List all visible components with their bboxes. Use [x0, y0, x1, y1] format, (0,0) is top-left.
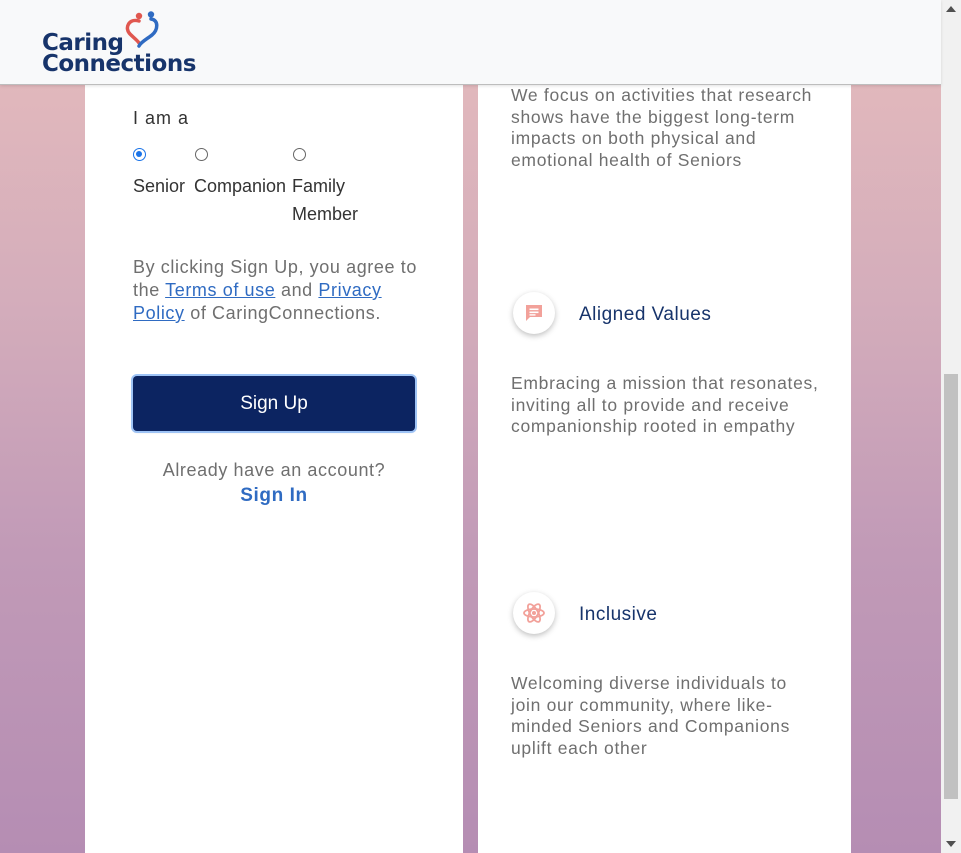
feature-title-aligned-values: Aligned Values [579, 304, 712, 325]
radio-senior[interactable] [133, 148, 146, 161]
feature-title-inclusive: Inclusive [579, 604, 658, 625]
radio-companion-label[interactable]: Companion [194, 172, 286, 200]
radio-family-member[interactable] [293, 148, 306, 161]
brand-logo[interactable]: Caring Connections [42, 10, 196, 77]
agree-suffix: of CaringConnections. [190, 303, 381, 323]
radio-senior-label[interactable]: Senior [133, 172, 185, 200]
message-icon [513, 292, 555, 334]
feature-desc-aligned-values: Embracing a mission that resonates, invi… [511, 373, 819, 436]
features-intro-text: We focus on activities that research sho… [511, 85, 813, 170]
terms-agreement: By clicking Sign Up, you agree to the Te… [133, 256, 423, 325]
heart-logo-icon [125, 11, 159, 48]
site-header: Caring Connections [0, 0, 941, 85]
signup-panel: I am a Senior Companion Family Member By… [85, 84, 463, 853]
terms-of-use-link[interactable]: Terms of use [165, 280, 275, 300]
atom-icon [513, 592, 555, 634]
scroll-up-arrow-icon[interactable] [946, 6, 956, 12]
already-have-account-text: Already have an account? [162, 460, 386, 480]
radio-family-label-line1[interactable]: Family [292, 172, 345, 200]
scroll-down-arrow-icon[interactable] [946, 841, 956, 847]
radio-companion[interactable] [195, 148, 208, 161]
role-label: I am a [133, 108, 190, 128]
scrollbar-thumb[interactable] [944, 374, 958, 799]
sign-in-link[interactable]: Sign In [133, 485, 415, 507]
agree-and: and [280, 280, 313, 300]
page-scrollbar[interactable] [941, 0, 961, 853]
features-panel: We focus on activities that research sho… [478, 84, 851, 853]
radio-family-label-line2[interactable]: Member [292, 200, 358, 228]
feature-desc-inclusive: Welcoming diverse individuals to join ou… [511, 673, 791, 758]
sign-up-button[interactable]: Sign Up [133, 376, 415, 431]
brand-name-line2: Connections [42, 51, 196, 77]
